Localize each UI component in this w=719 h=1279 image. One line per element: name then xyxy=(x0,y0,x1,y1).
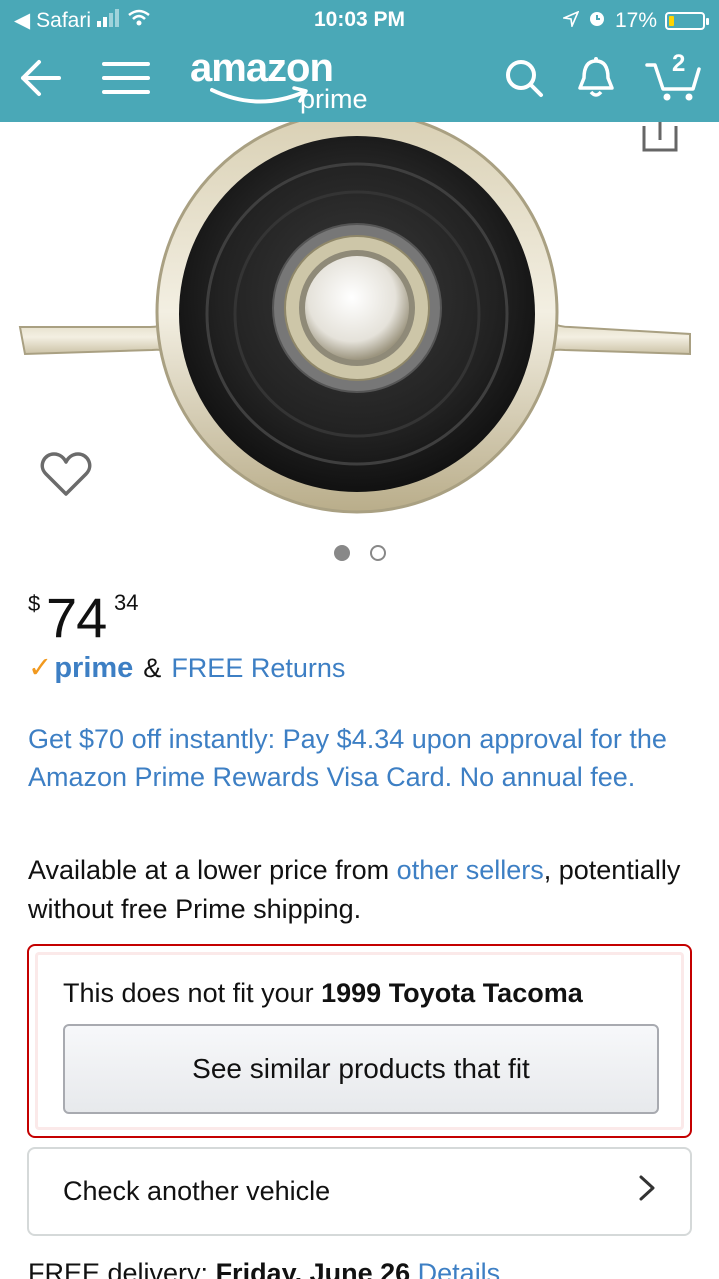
delivery-date: Friday, June 26 xyxy=(215,1258,411,1279)
prime-badge[interactable]: ✓ prime xyxy=(28,650,133,685)
back-arrow-icon[interactable] xyxy=(14,52,66,104)
logo-prime: prime xyxy=(300,84,368,114)
cart-count-badge: 2 xyxy=(672,50,686,77)
wishlist-heart-icon[interactable] xyxy=(40,450,92,503)
status-bar: ◀ Safari 10:03 PM 17% xyxy=(0,0,719,40)
prime-check-icon: ✓ xyxy=(28,652,53,684)
location-icon xyxy=(561,9,580,33)
ampersand: & xyxy=(143,653,162,683)
prime-returns-row: ✓ prime & FREE Returns xyxy=(28,650,345,685)
chevron-right-icon xyxy=(638,1174,656,1209)
product-image[interactable] xyxy=(0,110,719,542)
delivery-details-link[interactable]: Details xyxy=(418,1258,501,1279)
center-support-bearing-image xyxy=(18,110,691,514)
availability-prefix: Available at a lower price from xyxy=(28,855,397,885)
image-carousel-dots[interactable] xyxy=(0,545,719,561)
carousel-dot-2[interactable] xyxy=(369,545,386,561)
visa-card-offer-link[interactable]: Get $70 off instantly: Pay $4.34 upon ap… xyxy=(28,720,698,796)
amazon-prime-logo[interactable]: amazon prime xyxy=(188,46,388,116)
header: ◀ Safari 10:03 PM 17% amazon prime 2 xyxy=(0,0,719,122)
check-another-vehicle-button[interactable]: Check another vehicle xyxy=(27,1147,692,1236)
status-right: 17% xyxy=(561,8,709,34)
battery-icon xyxy=(665,12,709,30)
see-similar-products-button[interactable]: See similar products that fit xyxy=(63,1024,659,1114)
price-fraction: 34 xyxy=(114,590,139,615)
fitment-message-text: This does not fit your xyxy=(63,978,322,1008)
price-currency: $ xyxy=(28,591,41,616)
notifications-bell-icon[interactable] xyxy=(570,52,622,104)
alarm-icon xyxy=(587,8,607,34)
battery-percent: 17% xyxy=(614,9,657,32)
free-returns-link[interactable]: FREE Returns xyxy=(171,653,345,684)
carousel-dot-1[interactable] xyxy=(333,545,350,561)
fitment-warning-inner: This does not fit your 1999 Toyota Tacom… xyxy=(35,952,684,1130)
cart-icon[interactable]: 2 xyxy=(644,50,704,104)
prime-badge-label: prime xyxy=(54,652,134,684)
fitment-warning-box: This does not fit your 1999 Toyota Tacom… xyxy=(27,944,692,1138)
logo-smile-icon xyxy=(210,86,308,104)
fitment-message: This does not fit your 1999 Toyota Tacom… xyxy=(63,978,583,1009)
price-whole: 74 xyxy=(46,586,107,649)
other-sellers-link[interactable]: other sellers xyxy=(397,855,544,885)
availability-text: Available at a lower price from other se… xyxy=(28,851,698,929)
check-another-vehicle-label: Check another vehicle xyxy=(63,1176,331,1206)
menu-icon[interactable] xyxy=(100,52,152,104)
delivery-prefix: FREE delivery: xyxy=(28,1258,216,1279)
fitment-vehicle: 1999 Toyota Tacoma xyxy=(321,978,583,1008)
share-icon[interactable] xyxy=(640,122,680,159)
delivery-info: FREE delivery: Friday, June 26 Details xyxy=(28,1258,500,1279)
nav-bar: amazon prime 2 xyxy=(0,40,719,122)
search-icon[interactable] xyxy=(498,52,550,104)
